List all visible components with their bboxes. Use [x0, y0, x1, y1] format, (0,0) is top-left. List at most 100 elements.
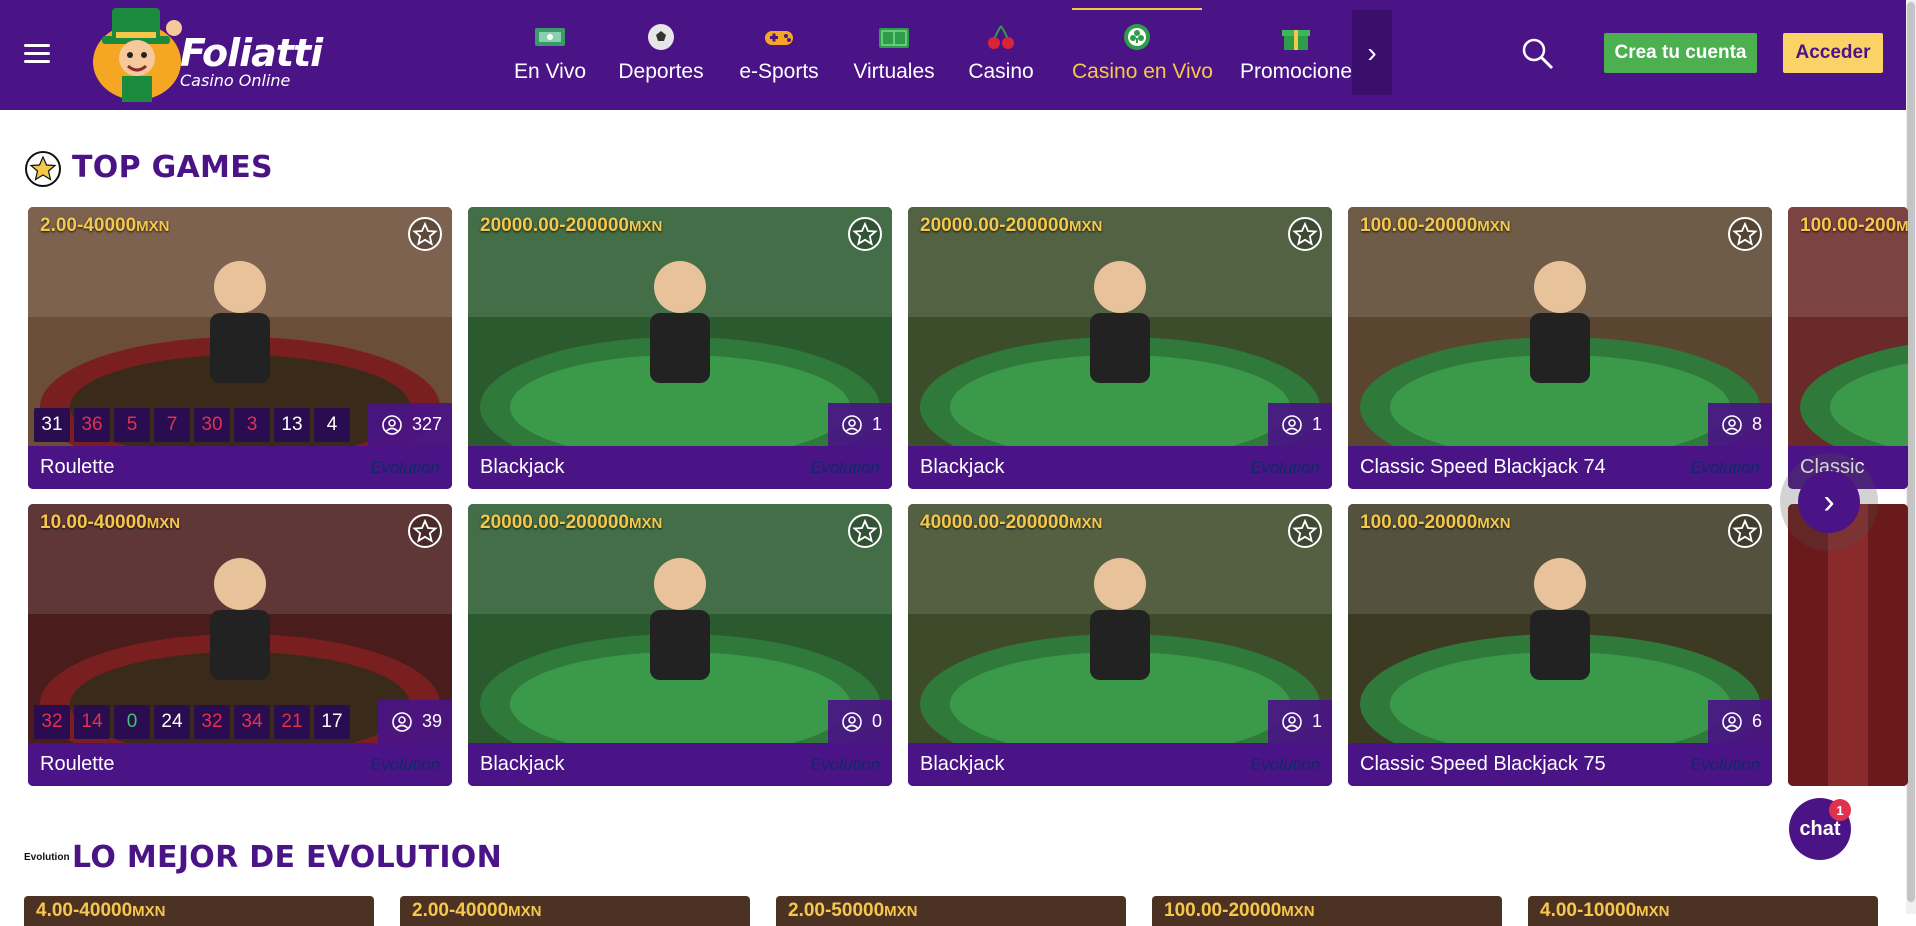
soccer-ball-icon	[648, 24, 674, 50]
game-card[interactable]: 40000.00-200000MXN 1 Blackjack Evolution	[908, 504, 1332, 786]
player-count: 327	[367, 403, 452, 446]
nav-item-deportes[interactable]: Deportes	[615, 0, 707, 110]
bet-limits: 2.00-40000MXN	[40, 215, 170, 236]
game-thumbnail[interactable]	[1788, 207, 1908, 447]
nav-item-esports[interactable]: e-Sports	[733, 0, 825, 110]
bet-limits: 20000.00-200000MXN	[480, 512, 663, 533]
favorite-star-icon[interactable]	[1286, 215, 1324, 253]
game-card[interactable]: 100.00-20000MXN 8 Classic Speed Blackjack …	[1348, 207, 1772, 489]
nav-item-casino[interactable]: Casino	[966, 0, 1036, 110]
favorite-star-icon[interactable]	[1726, 512, 1764, 550]
login-button[interactable]: Acceder	[1783, 33, 1883, 73]
nav-label: Promociones	[1240, 60, 1352, 83]
player-count: 0	[827, 700, 892, 743]
result-number: 30	[194, 407, 230, 442]
nav-item-en-vivo[interactable]: En Vivo	[500, 0, 600, 110]
result-number: 13	[274, 407, 310, 442]
favorite-star-icon[interactable]	[1286, 512, 1324, 550]
result-number: 34	[234, 704, 270, 739]
result-number: 7	[154, 407, 190, 442]
favorite-star-icon[interactable]	[1726, 215, 1764, 253]
game-card[interactable]: 100.00-20000MXN	[1152, 896, 1502, 926]
top-header: Foliatti Casino Online En Vivo Deportes …	[0, 0, 1906, 110]
user-icon	[842, 414, 862, 435]
evolution-logo: Evolution	[24, 852, 70, 863]
game-card[interactable]: 2.00-40000MXN	[400, 896, 750, 926]
game-card[interactable]: 100.00-200MXNClassic Spee	[1788, 207, 1908, 489]
user-icon	[382, 414, 402, 435]
game-card[interactable]: 20000.00-200000MXN 1 Blackjack Evolution	[908, 207, 1332, 489]
game-card[interactable]: 4.00-40000MXN	[24, 896, 374, 926]
result-number: 21	[274, 704, 310, 739]
nav-label: e-Sports	[739, 60, 819, 83]
cherry-icon	[988, 25, 1014, 49]
top-games-title: TOP GAMES	[72, 150, 273, 185]
result-number: 0	[114, 704, 150, 739]
carousel-next-icon[interactable]: ›	[1798, 471, 1860, 533]
player-count: 8	[1707, 403, 1772, 446]
bet-limits: 100.00-20000MXN	[1360, 215, 1511, 236]
star-badge-icon	[25, 151, 61, 187]
favorite-star-icon[interactable]	[406, 215, 444, 253]
result-number: 3	[234, 407, 270, 442]
live-icon	[535, 28, 565, 46]
game-card[interactable]: 2.00-50000MXN	[776, 896, 1126, 926]
bet-limits: 2.00-40000MXN	[412, 900, 542, 921]
player-count: 1	[1267, 403, 1332, 446]
bet-limits: 20000.00-200000MXN	[480, 215, 663, 236]
club-chip-icon	[1124, 24, 1150, 50]
game-card[interactable]: 20000.00-200000MXN 0 Blackjack Evolution	[468, 504, 892, 786]
provider-label: Evolution	[370, 755, 440, 774]
bet-limits: 2.00-50000MXN	[788, 900, 918, 921]
bet-limits: 100.00-200MXN	[1800, 215, 1908, 236]
game-card[interactable]: 10.00-40000MXN 32 14 0 24 32 34 21 17 39 Roulette E…	[28, 504, 452, 786]
nav-item-promociones[interactable]: Promociones	[1240, 0, 1352, 110]
register-button[interactable]: Crea tu cuenta	[1604, 33, 1757, 73]
bet-limits: 100.00-20000MXN	[1164, 900, 1315, 921]
search-icon[interactable]	[1520, 36, 1556, 72]
bet-limits: 100.00-20000MXN	[1360, 512, 1511, 533]
favorite-star-icon[interactable]	[846, 215, 884, 253]
result-number: 14	[74, 704, 110, 739]
nav-label: Casino	[968, 60, 1034, 83]
provider-label: Evolution	[810, 458, 880, 477]
user-icon	[1282, 711, 1302, 732]
nav-scroll-right-icon[interactable]: ›	[1352, 10, 1392, 95]
bet-limits: 20000.00-200000MXN	[920, 215, 1103, 236]
result-number: 5	[114, 407, 150, 442]
favorite-star-icon[interactable]	[406, 512, 444, 550]
nav-label: Casino en Vivo	[1072, 60, 1213, 83]
game-card[interactable]: 20000.00-200000MXN 1 Blackjack Evolution	[468, 207, 892, 489]
player-count: 1	[827, 403, 892, 446]
roulette-results: 31 36 5 7 30 3 13 4	[34, 403, 354, 446]
gamepad-icon	[765, 31, 793, 45]
favorite-star-icon[interactable]	[846, 512, 884, 550]
user-icon	[1722, 711, 1742, 732]
game-card[interactable]: 2.00-40000MXN 31 36 5 7 30 3 13 4 327 Roulette Evol…	[28, 207, 452, 489]
scrollbar-thumb[interactable]	[1907, 2, 1915, 902]
game-card[interactable]: 100.00-20000MXN 6 Classic Speed Blackjack …	[1348, 504, 1772, 786]
game-card[interactable]: 4.00-10000MXN	[1528, 896, 1878, 926]
menu-hamburger-icon[interactable]	[24, 44, 50, 64]
brand-subtitle: Casino Online	[180, 71, 291, 90]
provider-label: Evolution	[1690, 755, 1760, 774]
result-number: 32	[34, 704, 70, 739]
game-card[interactable]	[1788, 504, 1908, 786]
bet-limits: 10.00-40000MXN	[40, 512, 181, 533]
brand-name[interactable]: Foliatti	[180, 34, 323, 72]
bet-limits: 40000.00-200000MXN	[920, 512, 1103, 533]
game-thumbnail[interactable]	[1788, 504, 1908, 786]
nav-item-virtuales[interactable]: Virtuales	[848, 0, 940, 110]
result-number: 17	[314, 704, 350, 739]
virtual-field-icon	[879, 28, 909, 48]
nav-label: Virtuales	[853, 60, 935, 83]
bet-limits: 4.00-10000MXN	[1540, 900, 1670, 921]
nav-item-casino-en-vivo[interactable]: Casino en Vivo	[1072, 0, 1213, 110]
provider-label: Evolution	[1690, 458, 1760, 477]
player-count: 6	[1707, 700, 1772, 743]
result-number: 24	[154, 704, 190, 739]
result-number: 4	[314, 407, 350, 442]
result-number: 31	[34, 407, 70, 442]
nav-label: Deportes	[618, 60, 704, 83]
evolution-section-title: LO MEJOR DE EVOLUTION	[72, 840, 503, 875]
